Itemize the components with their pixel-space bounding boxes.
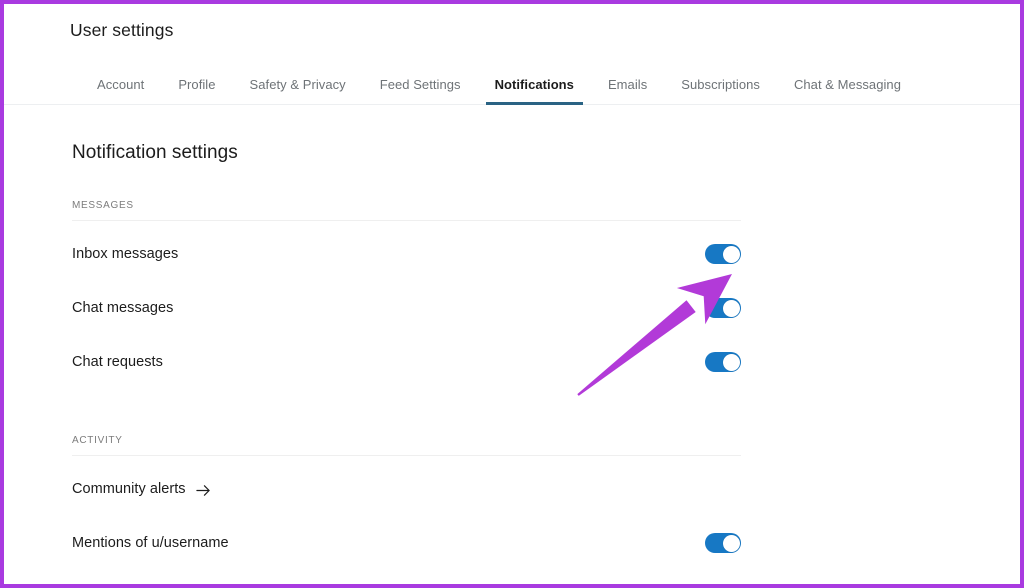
setting-row-label: Chat requests — [72, 354, 163, 370]
group-header-activity: ACTIVITY — [72, 435, 741, 456]
tab-subscriptions[interactable]: Subscriptions — [664, 64, 777, 104]
toggle-knob — [722, 353, 740, 371]
toggle-knob — [722, 534, 740, 552]
settings-tabbar: Account Profile Safety & Privacy Feed Setti… — [4, 64, 1020, 105]
toggle-switch[interactable] — [705, 244, 741, 264]
group-rows: Inbox messages Chat messages Chat requests — [72, 221, 742, 389]
arrow-right-icon[interactable] — [195, 483, 212, 498]
setting-row-label-wrap[interactable]: Community alerts — [72, 481, 212, 497]
toggle-switch[interactable] — [705, 533, 741, 553]
tab-label: Chat & Messaging — [793, 76, 901, 92]
tab-label: Subscriptions — [681, 76, 760, 92]
setting-row: Chat messages — [72, 281, 741, 335]
tab-label: Emails — [607, 76, 648, 92]
tab-profile[interactable]: Profile — [161, 64, 232, 104]
setting-row-label: Mentions of u/username — [72, 535, 229, 551]
setting-row-label-wrap: Mentions of u/username — [72, 535, 229, 551]
setting-row: Mentions of u/username — [72, 516, 741, 570]
setting-row: Chat requests — [72, 335, 741, 389]
setting-row-label: Inbox messages — [72, 246, 179, 262]
notification-settings-heading: Notification settings — [72, 142, 238, 163]
tab-notifications[interactable]: Notifications — [478, 64, 591, 105]
page-title: User settings — [70, 20, 174, 40]
setting-row-label-wrap: Chat requests — [72, 354, 163, 370]
settings-groups: MESSAGES Inbox messages Chat messages Chat … — [72, 200, 742, 570]
group-rows: Community alerts Mentions of u/username — [72, 456, 742, 570]
tab-feed-settings[interactable]: Feed Settings — [363, 64, 478, 104]
tab-label: Account — [97, 76, 145, 92]
setting-row: Inbox messages — [72, 227, 741, 281]
tab-list: Account Profile Safety & Privacy Feed Setti… — [80, 64, 918, 105]
setting-row-label: Community alerts — [72, 481, 186, 497]
setting-row-label-wrap: Chat messages — [72, 300, 173, 316]
toggle-switch[interactable] — [705, 298, 741, 318]
tab-label: Safety & Privacy — [249, 76, 346, 92]
tab-label: Notifications — [494, 76, 574, 92]
tab-account[interactable]: Account — [80, 64, 161, 104]
tab-label: Profile — [178, 76, 216, 92]
toggle-knob — [722, 299, 740, 317]
row-control-spacer — [705, 479, 741, 499]
settings-page: User settings Account Profile Safety & Pri… — [4, 4, 1020, 584]
toggle-knob — [722, 245, 740, 263]
tab-safety-privacy[interactable]: Safety & Privacy — [233, 64, 363, 104]
tab-label: Feed Settings — [379, 76, 461, 92]
setting-row-label: Chat messages — [72, 300, 174, 316]
toggle-switch[interactable] — [705, 352, 741, 372]
group-header-messages: MESSAGES — [72, 200, 741, 221]
screenshot-frame: User settings Account Profile Safety & Pri… — [0, 0, 1024, 588]
setting-row-label-wrap: Inbox messages — [72, 246, 178, 262]
setting-row: Community alerts — [72, 462, 741, 516]
tab-chat-messaging[interactable]: Chat & Messaging — [777, 64, 918, 104]
tab-emails[interactable]: Emails — [591, 64, 664, 104]
